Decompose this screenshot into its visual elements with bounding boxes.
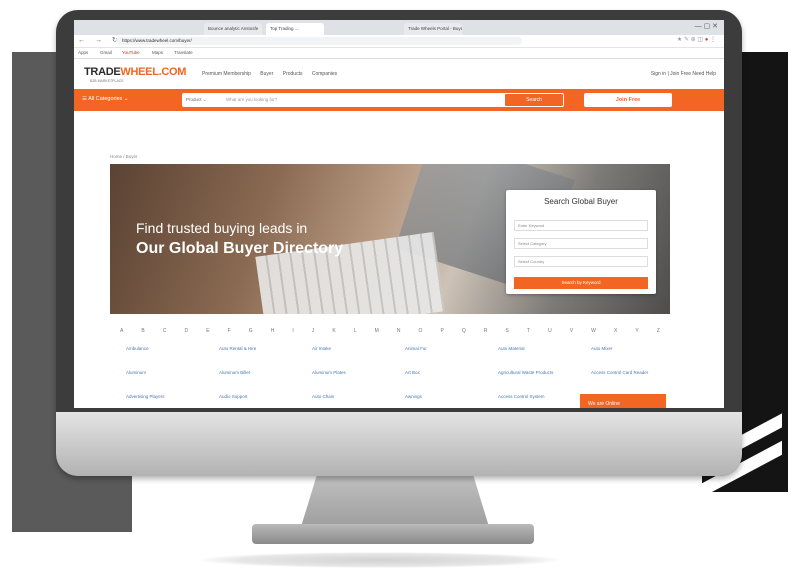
site-header: TRADEWHEEL.COM B2B MARKETPLACE Premium M… — [74, 59, 724, 89]
category-link[interactable]: Audio Support — [203, 394, 296, 408]
alphabet-letter[interactable]: W — [591, 328, 596, 340]
alphabet-letter[interactable]: O — [419, 328, 423, 340]
category-link[interactable]: Advertising Players — [110, 394, 203, 408]
category-link[interactable]: Aluminum — [110, 370, 203, 384]
search-button[interactable]: Search — [504, 93, 564, 107]
country-select[interactable]: Select Country — [514, 256, 648, 267]
nav-premium-membership[interactable]: Premium Membership — [202, 71, 251, 77]
alphabet-letter[interactable]: Q — [462, 328, 466, 340]
alphabet-letter[interactable]: S — [506, 328, 509, 340]
alphabet-letter[interactable]: V — [570, 328, 573, 340]
buyer-search-panel: Search Global Buyer Enter Keyword Select… — [506, 190, 656, 294]
alphabet-letter[interactable]: N — [397, 328, 401, 340]
category-row: Aluminum Aluminum Billet Aluminum Plates Ar… — [110, 370, 670, 384]
alphabet-letter[interactable]: Z — [657, 328, 660, 340]
nav-companies[interactable]: Companies — [312, 71, 337, 77]
url-field[interactable]: https://www.tradewheel.com/buyer/ — [116, 37, 522, 45]
hero-headline-line1: Find trusted buying leads in — [136, 220, 308, 236]
alphabet-letter[interactable]: F — [228, 328, 231, 340]
alphabet-letter[interactable]: M — [375, 328, 379, 340]
category-link[interactable]: Animal Fur — [389, 346, 482, 360]
alphabet-letter[interactable]: T — [527, 328, 530, 340]
panel-title: Search Global Buyer — [544, 197, 618, 206]
alphabet-letter[interactable]: K — [332, 328, 335, 340]
floor-shadow — [200, 552, 560, 568]
category-link[interactable]: Air Intake — [296, 346, 389, 360]
category-link[interactable]: Art Box — [389, 370, 482, 384]
address-bar-row: ← → ↻ https://www.tradewheel.com/buyer/ … — [74, 35, 724, 48]
nav-buyer[interactable]: Buyer — [260, 71, 273, 77]
alphabet-filter: A B C D E F G H I J K L M N O P Q R S T U V W X Y Z — [110, 328, 670, 340]
bookmark-apps[interactable]: Apps — [78, 48, 88, 58]
hero-headline-line2: Our Global Buyer Directory — [136, 240, 344, 257]
category-row: Ambulance Auto Rental & Hire Air Intake Ani… — [110, 346, 670, 360]
window-controls[interactable]: — ▢ ✕ — [695, 22, 718, 30]
logo-text-prefix: TRADE — [84, 66, 121, 78]
breadcrumb[interactable]: Home / Buyer — [110, 154, 138, 159]
alphabet-letter[interactable]: R — [484, 328, 488, 340]
search-bar-strip: ☰ All Categories ⌄ Product ⌄ What are yo… — [74, 89, 724, 111]
join-free-button[interactable]: Join Free — [584, 93, 672, 107]
category-link[interactable]: Auto Mixer — [575, 346, 668, 360]
nav-products[interactable]: Products — [283, 71, 303, 77]
category-select[interactable]: Select Category — [514, 238, 648, 249]
alphabet-letter[interactable]: D — [185, 328, 189, 340]
logo-text-accent: WHEEL.COM — [120, 66, 187, 78]
chat-button[interactable]: We are Online — [580, 394, 666, 408]
category-link[interactable]: Awnings — [389, 394, 482, 408]
bookmark-translate[interactable]: Translate — [174, 48, 193, 58]
category-link[interactable]: Ambulance — [110, 346, 203, 360]
alphabet-letter[interactable]: C — [163, 328, 167, 340]
alphabet-letter[interactable]: E — [206, 328, 209, 340]
alphabet-letter[interactable]: G — [249, 328, 253, 340]
browser-tab[interactable]: Bounce analytic Anstosfe — [204, 23, 262, 35]
bookmark-gmail[interactable]: Gmail — [100, 48, 112, 58]
site-logo[interactable]: TRADEWHEEL.COM — [84, 66, 186, 78]
alphabet-letter[interactable]: X — [614, 328, 617, 340]
category-link[interactable]: Access Control System — [482, 394, 575, 408]
category-link[interactable]: Auto Chain — [296, 394, 389, 408]
alphabet-letter[interactable]: Y — [635, 328, 638, 340]
alphabet-letter[interactable]: A — [120, 328, 123, 340]
category-link[interactable]: Aluminum Plates — [296, 370, 389, 384]
site-tagline: B2B MARKETPLACE — [90, 79, 124, 83]
alphabet-letter[interactable]: B — [141, 328, 144, 340]
browser-tab[interactable]: Trade Wheels Portal - Buyer — [404, 23, 462, 35]
monitor-stand-base — [252, 524, 534, 544]
alphabet-letter[interactable]: P — [441, 328, 444, 340]
category-link[interactable]: Auto Material — [482, 346, 575, 360]
alphabet-letter[interactable]: H — [271, 328, 275, 340]
bookmark-youtube[interactable]: YouTube — [122, 48, 140, 58]
bookmark-maps[interactable]: Maps — [152, 48, 163, 58]
search-box: Product ⌄ What are you looking for? — [182, 93, 512, 107]
search-input[interactable]: What are you looking for? — [226, 97, 277, 102]
bookmarks-bar: Apps Gmail YouTube Maps Translate — [74, 48, 724, 59]
alphabet-letter[interactable]: I — [292, 328, 293, 340]
hero-banner: Find trusted buying leads in Our Global … — [110, 164, 670, 314]
monitor-screen: Bounce analytic Anstosfe Top Trading ...… — [74, 20, 724, 408]
browser-tab-active[interactable]: Top Trading ... — [266, 23, 324, 35]
search-by-keyword-button[interactable]: Search by Keyword — [514, 277, 648, 289]
category-link[interactable]: Auto Rental & Hire — [203, 346, 296, 360]
alphabet-letter[interactable]: U — [548, 328, 552, 340]
top-nav: Premium Membership Buyer Products Compan… — [202, 71, 345, 77]
category-link[interactable]: Aluminum Billet — [203, 370, 296, 384]
search-type-select[interactable]: Product ⌄ — [186, 97, 207, 103]
category-link[interactable]: Agricultural Waste Products — [482, 370, 575, 384]
extension-icons[interactable]: ★ ✎ ⊕ ◫ ● ⋮ — [677, 36, 716, 43]
all-categories-menu[interactable]: ☰ All Categories ⌄ — [82, 96, 129, 102]
category-link[interactable]: Access Control Card Reader — [575, 370, 668, 384]
imac-monitor: Bounce analytic Anstosfe Top Trading ...… — [56, 10, 742, 476]
monitor-stand-neck — [300, 468, 490, 530]
keyword-input[interactable]: Enter Keyword — [514, 220, 648, 231]
alphabet-letter[interactable]: L — [354, 328, 357, 340]
alphabet-letter[interactable]: J — [312, 328, 315, 340]
account-links[interactable]: Sign in | Join Free Need Help — [651, 71, 716, 77]
browser-tab-bar: Bounce analytic Anstosfe Top Trading ...… — [74, 20, 724, 35]
monitor-chin — [56, 412, 742, 476]
